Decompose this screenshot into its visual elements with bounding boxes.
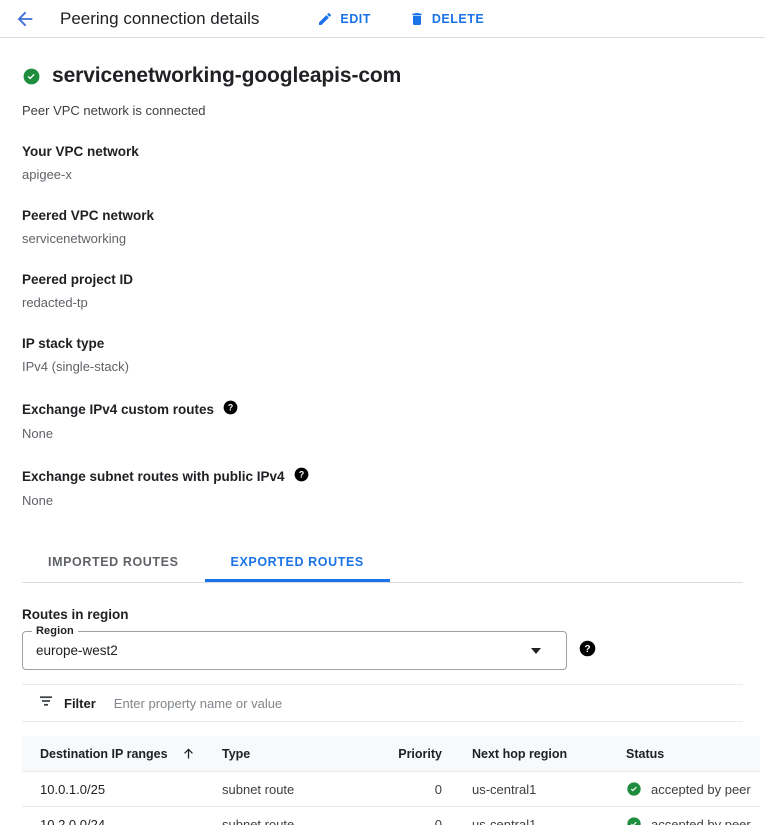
cell-type: subnet route <box>222 806 366 825</box>
routes-in-region-heading: Routes in region <box>22 607 129 622</box>
field-value: apigee-x <box>22 167 72 182</box>
pencil-icon <box>317 11 333 27</box>
cell-type: subnet route <box>222 771 366 807</box>
region-select[interactable]: Region europe-west2 <box>22 625 567 670</box>
field-exchange-subnet-routes-public-ipv4: Exchange subnet routes with public IPv4 … <box>22 467 743 508</box>
check-circle-icon <box>627 782 641 796</box>
tab-exported-routes[interactable]: EXPORTED ROUTES <box>205 542 390 582</box>
edit-button[interactable]: EDIT <box>317 11 370 27</box>
column-header-next-hop-region[interactable]: Next hop region <box>442 736 604 772</box>
field-value: servicenetworking <box>22 231 127 246</box>
svg-text:?: ? <box>228 403 233 413</box>
app-top-bar: Peering connection details EDIT DELETE <box>0 0 765 38</box>
cell-destination: 10.0.1.0/25 <box>22 771 222 807</box>
cell-status: accepted by peer <box>604 771 760 807</box>
cell-next-hop-region: us-central1 <box>442 806 604 825</box>
routes-table-head: Destination IP ranges Type Priority Next… <box>22 736 760 772</box>
field-exchange-ipv4-custom-routes: Exchange IPv4 custom routes ? None <box>22 400 743 441</box>
filter-icon[interactable] <box>38 693 54 714</box>
column-label: Destination IP ranges <box>40 746 168 761</box>
column-label: Priority <box>398 746 442 761</box>
top-bar-actions: EDIT DELETE <box>317 11 522 27</box>
routes-table: Destination IP ranges Type Priority Next… <box>22 736 760 825</box>
page-title: Peering connection details <box>60 8 260 28</box>
check-circle-icon <box>23 68 40 84</box>
field-label: Peered VPC network <box>22 208 155 223</box>
edit-button-label: EDIT <box>340 11 371 26</box>
field-value: None <box>22 426 54 441</box>
details-content: servicenetworking-googleapis-com Peer VP… <box>0 38 765 825</box>
resource-header: servicenetworking-googleapis-com <box>22 64 743 88</box>
field-label-text: Exchange IPv4 custom routes <box>22 401 215 417</box>
column-label: Type <box>222 746 251 761</box>
delete-button[interactable]: DELETE <box>409 11 484 27</box>
field-value: None <box>22 493 54 508</box>
help-circle-icon[interactable]: ? <box>294 467 309 485</box>
column-header-destination-ip-ranges[interactable]: Destination IP ranges <box>22 736 222 772</box>
help-circle-icon[interactable]: ? <box>223 400 238 418</box>
chevron-down-icon <box>531 647 541 654</box>
field-value: IPv4 (single-stack) <box>22 359 129 374</box>
svg-text:?: ? <box>584 644 590 655</box>
svg-text:?: ? <box>298 470 303 480</box>
connection-status-text: Peer VPC network is connected <box>22 103 206 118</box>
filter-label: Filter <box>64 695 96 711</box>
column-header-status[interactable]: Status <box>604 736 760 772</box>
field-label: Peered project ID <box>22 272 134 287</box>
field-label-text: Exchange subnet routes with public IPv4 <box>22 468 285 484</box>
table-row[interactable]: 10.0.1.0/25 subnet route 0 us-central1 a… <box>22 771 760 807</box>
column-label: Status <box>626 746 665 761</box>
cell-priority: 0 <box>366 771 442 807</box>
filter-bar: Filter <box>22 684 743 722</box>
table-header-row: Destination IP ranges Type Priority Next… <box>22 736 760 772</box>
column-header-type[interactable]: Type <box>222 736 366 772</box>
field-ip-stack-type: IP stack type IPv4 (single-stack) <box>22 336 743 374</box>
filter-input[interactable] <box>113 695 534 711</box>
resource-name: servicenetworking-googleapis-com <box>52 64 402 87</box>
cell-status: accepted by peer <box>604 806 760 825</box>
trash-icon <box>409 11 425 27</box>
status-badge: accepted by peer <box>651 816 751 825</box>
table-row[interactable]: 10.2.0.0/24 subnet route 0 us-central1 a… <box>22 806 760 825</box>
cell-next-hop-region: us-central1 <box>442 771 604 807</box>
region-select-label: Region <box>32 625 78 637</box>
field-peered-vpc-network: Peered VPC network servicenetworking <box>22 208 743 246</box>
arrow-up-icon <box>181 746 196 761</box>
column-header-priority[interactable]: Priority <box>366 736 442 772</box>
check-circle-icon <box>627 817 641 825</box>
help-circle-icon[interactable]: ? <box>579 640 596 662</box>
column-label: Next hop region <box>472 746 568 761</box>
field-label: IP stack type <box>22 336 105 351</box>
delete-button-label: DELETE <box>431 11 485 26</box>
tab-imported-routes[interactable]: IMPORTED ROUTES <box>22 542 205 582</box>
field-value: redacted-tp <box>22 295 88 310</box>
region-select-row: Region europe-west2 ? <box>22 625 743 670</box>
field-peered-project-id: Peered project ID redacted-tp <box>22 272 743 310</box>
routes-table-body: 10.0.1.0/25 subnet route 0 us-central1 a… <box>22 771 760 825</box>
arrow-back-icon <box>17 11 33 26</box>
routes-tabs: IMPORTED ROUTES EXPORTED ROUTES <box>22 542 743 583</box>
status-badge: accepted by peer <box>651 781 751 797</box>
back-button[interactable] <box>12 6 38 32</box>
cell-priority: 0 <box>366 806 442 825</box>
field-label: Exchange subnet routes with public IPv4 … <box>22 467 743 485</box>
field-label: Exchange IPv4 custom routes ? <box>22 400 743 418</box>
cell-destination: 10.2.0.0/24 <box>22 806 222 825</box>
region-select-value: europe-west2 <box>36 643 118 658</box>
field-label: Your VPC network <box>22 144 139 159</box>
field-your-vpc-network: Your VPC network apigee-x <box>22 144 743 182</box>
